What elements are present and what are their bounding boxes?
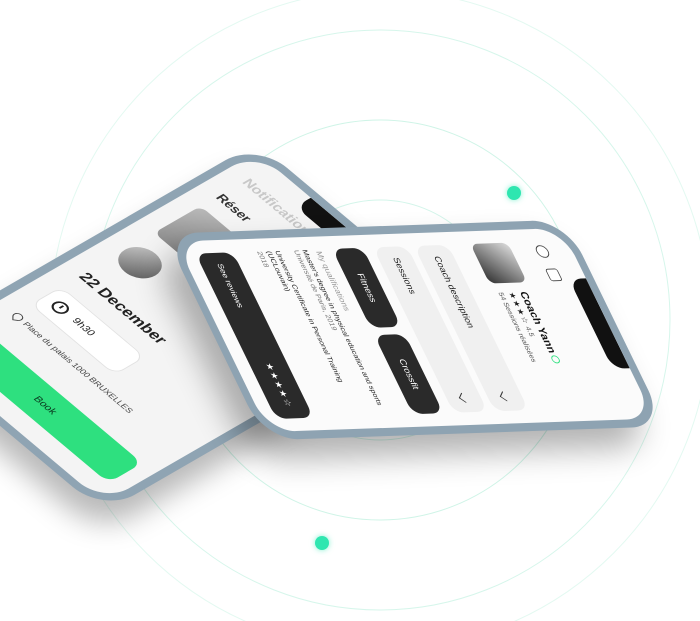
verified-icon — [549, 355, 562, 364]
coach-avatar — [109, 240, 171, 285]
hero-illustration: Notifications Réser 22 December 9h30 Pla… — [0, 0, 700, 621]
chevron-down-icon — [458, 392, 469, 403]
top-actions — [533, 245, 563, 282]
reservation-heading: Réser — [212, 191, 256, 224]
row-label: Sessions — [390, 257, 418, 295]
see-reviews-label: See reviews — [215, 263, 246, 308]
share-icon[interactable] — [544, 268, 563, 282]
clock-icon — [47, 298, 73, 317]
settings-icon[interactable] — [533, 245, 552, 259]
coach-photo — [470, 242, 528, 284]
accent-dot-bottom — [315, 536, 329, 550]
chevron-down-icon — [499, 391, 510, 402]
time-selector[interactable]: 9h30 — [30, 286, 146, 376]
location-pin-icon — [12, 312, 24, 322]
time-value: 9h30 — [69, 316, 98, 338]
reviews-stars: ★★★★☆ — [263, 362, 295, 408]
coach-info: Coach Yann ★★★☆ 4.5 54 Sessions réalisée… — [496, 291, 564, 364]
accent-dot-top — [507, 186, 521, 200]
coach-profile-screen: Coach Yann ★★★☆ 4.5 54 Sessions réalisée… — [175, 227, 655, 433]
